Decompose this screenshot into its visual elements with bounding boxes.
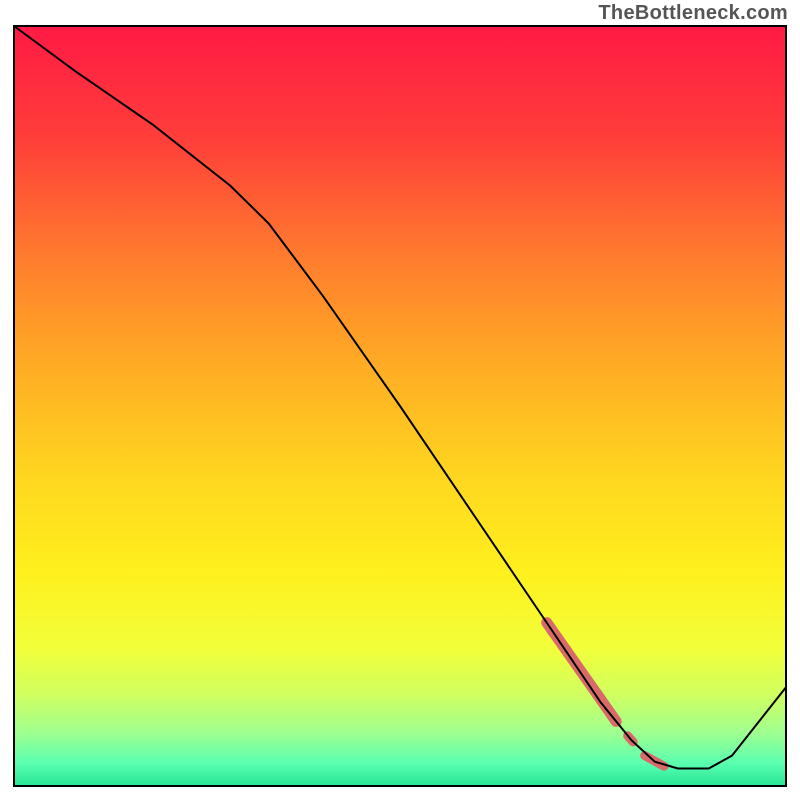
chart-svg [0, 0, 800, 800]
watermark-text: TheBottleneck.com [598, 2, 788, 25]
chart-container: TheBottleneck.com [0, 0, 800, 800]
